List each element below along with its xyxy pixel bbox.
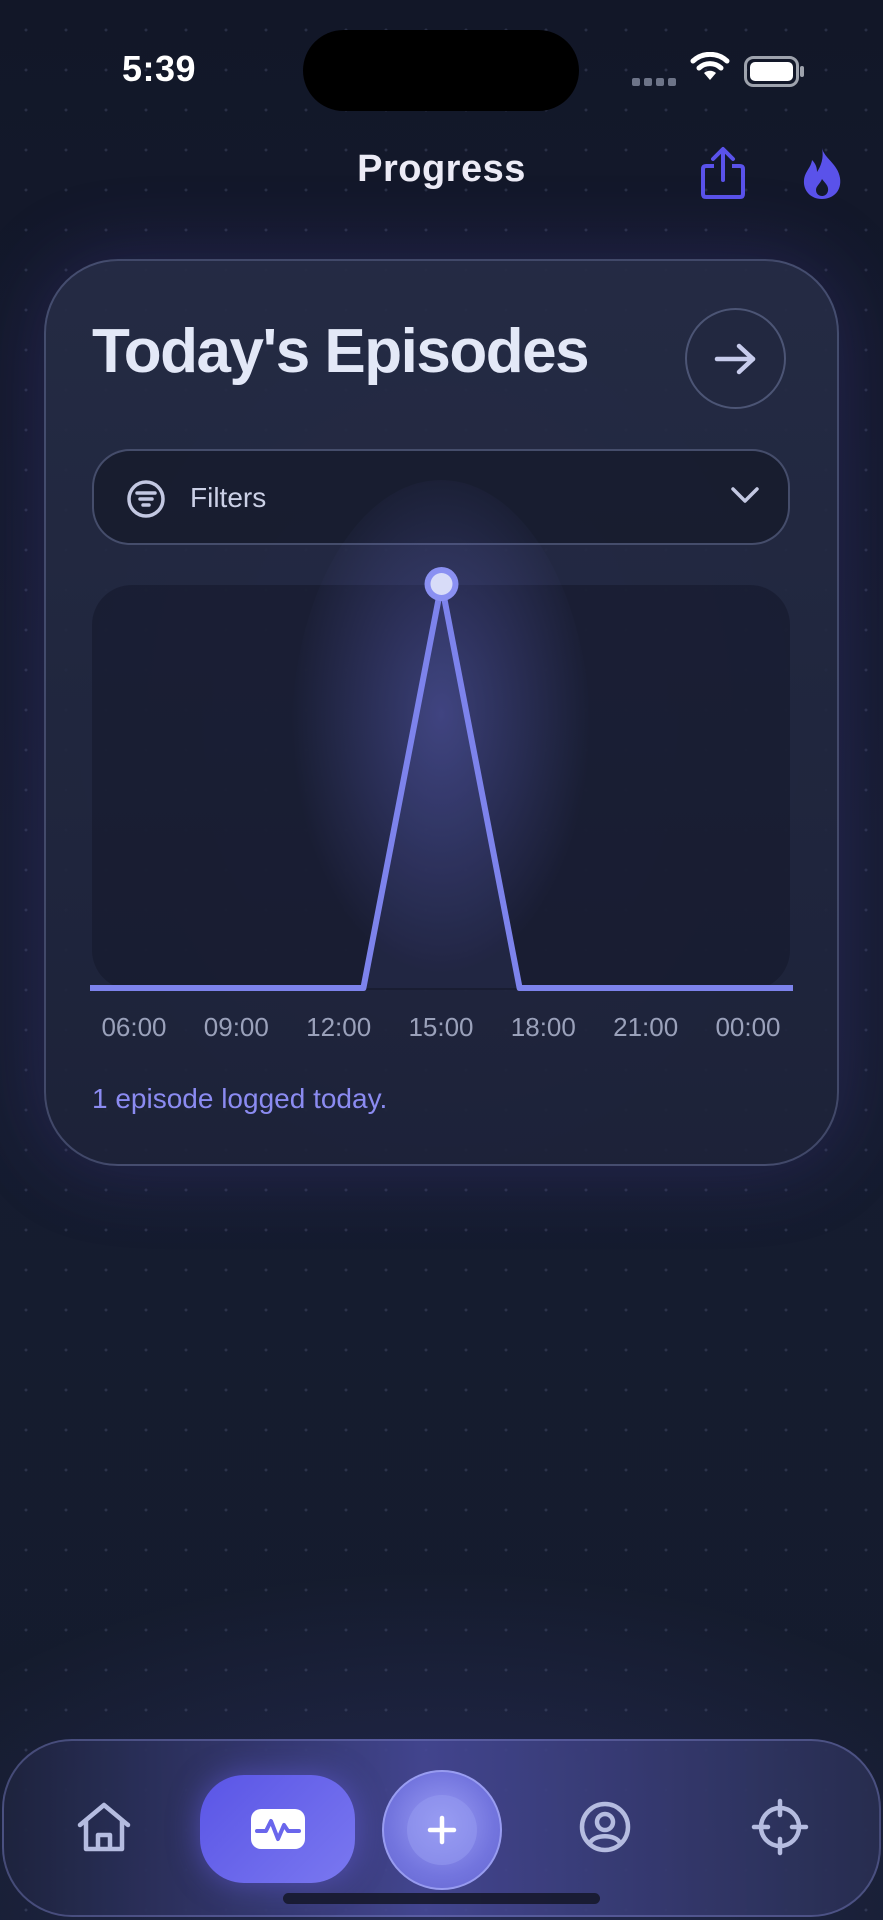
x-tick-label: 06:00	[101, 1012, 167, 1042]
crosshair-icon	[751, 1798, 809, 1856]
episodes-summary: 1 episode logged today.	[92, 1083, 388, 1114]
x-tick-label: 12:00	[306, 1012, 372, 1042]
tab-profile[interactable]	[573, 1795, 637, 1859]
home-indicator	[283, 1893, 600, 1904]
x-tick-label: 18:00	[510, 1012, 576, 1042]
add-episode-button[interactable]	[382, 1770, 502, 1890]
x-tick-label: 09:00	[203, 1012, 269, 1042]
series-area	[90, 584, 793, 988]
x-tick-label: 00:00	[715, 1012, 781, 1042]
tab-goals[interactable]	[748, 1795, 812, 1859]
x-tick-label: 15:00	[408, 1012, 474, 1042]
plus-icon	[427, 1815, 457, 1845]
user-circle-icon	[579, 1801, 631, 1853]
add-button-inner	[407, 1795, 477, 1865]
home-icon	[77, 1802, 131, 1852]
x-tick-label: 21:00	[613, 1012, 679, 1042]
peak-marker-center	[430, 573, 453, 595]
activity-icon	[250, 1809, 305, 1849]
tab-home[interactable]	[72, 1795, 136, 1859]
episodes-chart	[90, 480, 793, 1000]
tab-activity[interactable]	[200, 1775, 355, 1883]
